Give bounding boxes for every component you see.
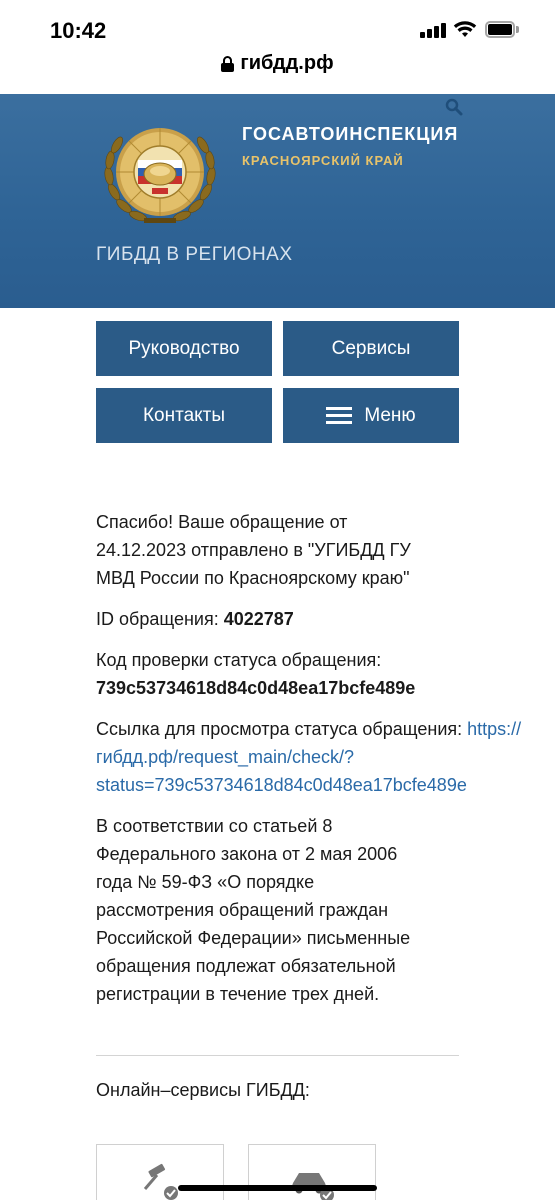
status-link-block: Ссылка для просмотра статуса обращения: … — [96, 715, 526, 799]
url-text: гибдд.рф — [240, 52, 334, 74]
site-header: ГОСАВТОИНСПЕКЦИЯ КРАСНОЯРСКИЙ КРАЙ ГИБДД… — [0, 94, 555, 308]
service-card-vehicle[interactable] — [248, 1144, 376, 1200]
status-code-label: Код проверки статуса обращения: — [96, 650, 382, 670]
contacts-button[interactable]: Контакты — [96, 388, 272, 443]
search-icon[interactable] — [445, 98, 463, 116]
status-bar: 10:42 — [0, 0, 555, 58]
car-check-icon — [291, 1173, 334, 1200]
online-services-title: Онлайн–сервисы ГИБДД: — [96, 1080, 310, 1100]
request-id: ID обращения: 4022787 — [96, 605, 526, 633]
service-card-fines[interactable] — [96, 1144, 224, 1200]
thanks-text: Спасибо! Ваше обращение от 24.12.2023 от… — [96, 512, 411, 588]
menu-button-label: Меню — [364, 404, 416, 426]
gavel-check-icon — [143, 1163, 178, 1200]
status-code-value: 739c53734618d84c0d48ea17bcfe489e — [96, 678, 416, 698]
request-id-label: ID обращения: — [96, 609, 224, 629]
confirmation-message: Спасибо! Ваше обращение от 24.12.2023 от… — [96, 508, 526, 1021]
menu-button[interactable]: Меню — [283, 388, 459, 443]
status-link-label: Ссылка для просмотра статуса обращения: — [96, 719, 468, 739]
regions-link[interactable]: ГИБДД В РЕГИОНАХ — [96, 244, 293, 266]
hamburger-icon — [326, 406, 353, 425]
leadership-button[interactable]: Руководство — [96, 321, 272, 376]
divider — [96, 1055, 459, 1056]
law-notice: В соответствии со статьей 8 Федерального… — [96, 816, 411, 1004]
home-indicator[interactable] — [178, 1185, 377, 1191]
request-id-value: 4022787 — [223, 609, 294, 629]
status-time: 10:42 — [50, 18, 107, 43]
lock-icon — [221, 55, 235, 72]
status-code: Код проверки статуса обращения: 739c5373… — [96, 646, 526, 702]
services-button[interactable]: Сервисы — [283, 321, 459, 376]
org-region: КРАСНОЯРСКИЙ КРАЙ — [242, 153, 404, 168]
wifi-icon — [453, 21, 477, 37]
battery-icon — [485, 21, 519, 38]
cellular-signal-icon — [420, 22, 446, 38]
gibdd-emblem-logo[interactable] — [100, 114, 220, 234]
address-bar[interactable]: гибдд.рф — [0, 52, 555, 84]
org-title: ГОСАВТОИНСПЕКЦИЯ — [242, 124, 459, 144]
